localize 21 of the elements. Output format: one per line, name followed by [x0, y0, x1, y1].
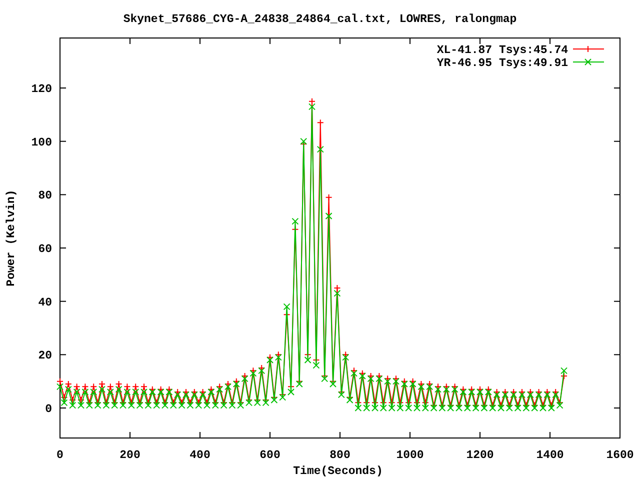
x-tick-label: 800	[330, 449, 350, 462]
y-tick-label: 20	[38, 350, 52, 363]
y-tick-label: 80	[38, 190, 52, 203]
x-tick-label: 200	[120, 449, 140, 462]
x-tick-label: 1600	[606, 449, 634, 462]
y-tick-label: 60	[38, 243, 52, 256]
y-tick-label: 40	[38, 296, 52, 310]
x-tick-label: 0	[56, 449, 64, 462]
x-tick-label: 1200	[466, 449, 494, 462]
legend-label: YR-46.95 Tsys:49.91	[436, 57, 568, 70]
y-tick-label: 0	[45, 403, 52, 416]
y-axis-label: Power (Kelvin)	[5, 190, 18, 286]
y-tick-label: 120	[31, 83, 52, 96]
chart-title: Skynet_57686_CYG-A_24838_24864_cal.txt, LOWRES, ralongmap	[123, 13, 517, 26]
x-tick-label: 600	[260, 449, 280, 462]
x-tick-label: 400	[190, 449, 210, 462]
x-axis-label: Time(Seconds)	[293, 465, 383, 478]
legend-label: XL-41.87 Tsys:45.74	[436, 44, 568, 57]
x-tick-label: 1000	[396, 449, 424, 462]
y-tick-label: 100	[31, 136, 52, 150]
x-tick-label: 1400	[536, 449, 564, 462]
